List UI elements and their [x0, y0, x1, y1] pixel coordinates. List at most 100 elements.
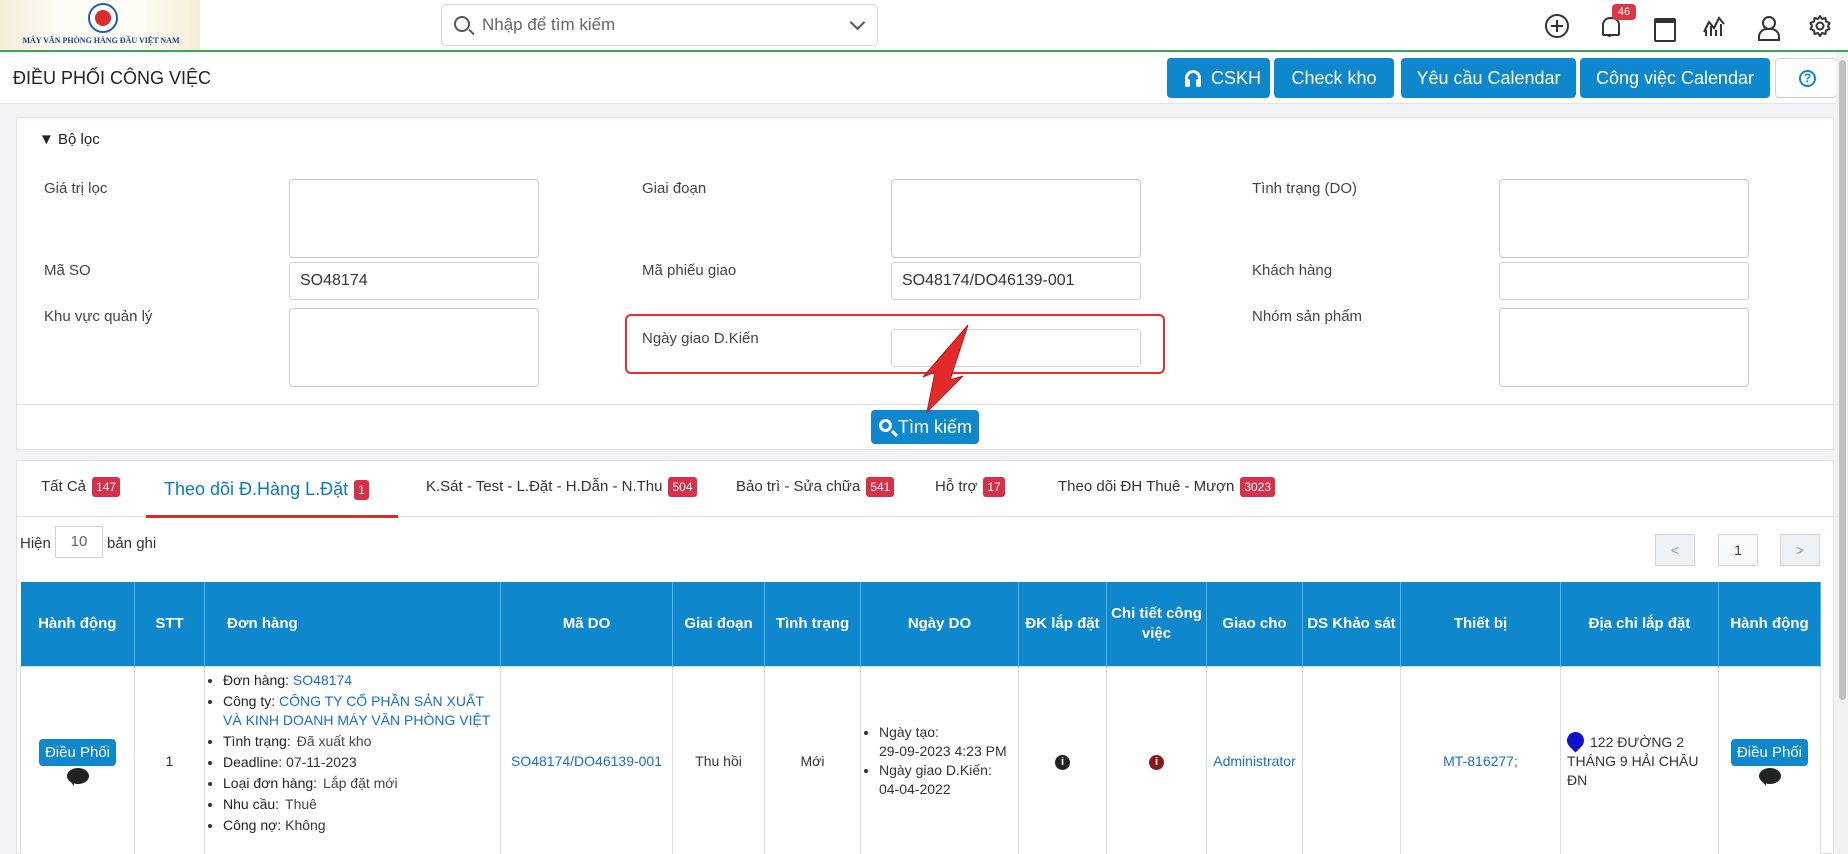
filter-label-ma-so: Mã SO	[44, 262, 91, 279]
col-header: Thiết bị	[1400, 582, 1561, 666]
col-header: Đơn hàng	[204, 582, 501, 666]
action-cell: Điều Phối	[20, 665, 135, 854]
info-icon[interactable]: i	[1149, 755, 1164, 770]
col-header: Hành động	[1718, 582, 1821, 666]
tab-ho-tro[interactable]: Hỗ trợ 17	[935, 477, 1005, 497]
giai-doan-select[interactable]	[891, 179, 1141, 258]
ma-do-link[interactable]: SO48174/DO46139-001	[511, 753, 662, 769]
ma-do-cell: SO48174/DO46139-001	[500, 665, 673, 854]
giao-cho-cell: Administrator	[1206, 665, 1303, 854]
global-search[interactable]	[441, 4, 878, 46]
col-header: Giai đoạn	[672, 582, 765, 666]
cong-viec-calendar-button[interactable]: Công việc Calendar	[1580, 58, 1770, 98]
filter-label-ma-phieu-giao: Mã phiếu giao	[642, 262, 737, 279]
col-header: Mã DO	[500, 582, 673, 666]
chi-tiet-cell: i	[1106, 665, 1207, 854]
gia-tri-loc-select[interactable]	[289, 179, 539, 258]
khach-hang-input[interactable]	[1499, 262, 1749, 300]
filter-label-nhom-san-pham: Nhóm sản phẩm	[1252, 308, 1363, 325]
gear-icon[interactable]	[1808, 14, 1832, 38]
col-header: STT	[134, 582, 205, 666]
tinh-trang-do-select[interactable]	[1499, 179, 1749, 258]
order-item: Công ty: CÔNG TY CỔ PHẦN SẢN XUẤT VÀ KIN…	[223, 692, 496, 730]
help-button[interactable]: ?	[1775, 58, 1837, 98]
stt-cell: 1	[134, 665, 205, 854]
show-label: Hiện	[20, 535, 51, 552]
question-icon: ?	[1799, 70, 1816, 87]
action-cell-2: Điều Phối	[1718, 665, 1821, 854]
calendar-icon[interactable]	[1651, 14, 1676, 42]
logo[interactable]: MÁY VĂN PHÒNG HÀNG ĐẦU VIỆT NAM	[0, 0, 200, 50]
info-icon[interactable]: i	[1055, 755, 1070, 770]
col-header: Địa chỉ lắp đặt	[1560, 582, 1719, 666]
cskh-button[interactable]: CSKH	[1167, 58, 1270, 98]
order-item: Deadline: 07-11-2023	[223, 753, 496, 772]
filter-label-khu-vuc-quan-ly: Khu vực quản lý	[44, 308, 153, 325]
assignee-link[interactable]: Administrator	[1213, 753, 1295, 769]
nhom-san-pham-select[interactable]	[1499, 308, 1749, 387]
filter-label-gia-tri-loc: Giá trị lọc	[44, 180, 108, 197]
chat-icon[interactable]	[1758, 767, 1781, 786]
tab-count-badge: 541	[866, 477, 895, 497]
tab-tat-ca[interactable]: Tất Cả 147	[41, 477, 121, 497]
tab-bao-tri[interactable]: Bảo trì - Sửa chữa 541	[736, 477, 895, 497]
cskh-label: CSKH	[1211, 68, 1262, 88]
tab-bar: Tất Cả 147 Theo dõi Đ.Hàng L.Đặt 1 K.Sát -…	[17, 461, 1833, 518]
active-tab-indicator	[146, 515, 398, 518]
col-header: Giao cho	[1206, 582, 1303, 666]
col-header: Tình trạng	[764, 582, 861, 666]
headphones-icon	[1185, 70, 1201, 87]
user-icon[interactable]	[1755, 14, 1780, 41]
pagination-prev[interactable]: <	[1655, 534, 1695, 566]
logo-emblem-icon	[88, 3, 118, 33]
yeu-cau-calendar-button[interactable]: Yêu cầu Calendar	[1401, 58, 1576, 98]
khu-vuc-quan-ly-select[interactable]	[289, 308, 539, 387]
col-header: Hành động	[20, 582, 135, 666]
annotation-arrow	[922, 324, 969, 414]
tab-theo-doi-dh-thue[interactable]: Theo dõi ĐH Thuê - Mượn 3023	[1058, 477, 1276, 497]
tab-ksat-test[interactable]: K.Sát - Test - L.Đặt - H.Dẫn - N.Thu 504	[426, 477, 697, 497]
plus-circle-icon[interactable]	[1545, 14, 1569, 38]
order-link[interactable]: SO48174	[293, 672, 352, 688]
filter-label-ngay-giao-dkien: Ngày giao D.Kiến	[642, 330, 759, 347]
chevron-down-icon[interactable]	[849, 14, 866, 31]
logo-text: MÁY VĂN PHÒNG HÀNG ĐẦU VIỆT NAM	[22, 36, 180, 45]
tab-count-badge: 1	[354, 480, 369, 501]
page-size-input[interactable]: 10	[55, 526, 103, 558]
order-item: Đơn hàng: SO48174	[223, 671, 496, 690]
order-item: Nhu cầu:Thuê	[223, 795, 496, 814]
chart-icon[interactable]	[1702, 14, 1726, 38]
tab-count-badge: 147	[92, 477, 121, 497]
search-icon	[879, 419, 892, 432]
col-header: Chi tiết công việc	[1106, 582, 1207, 666]
order-cell: Đơn hàng: SO48174 Công ty: CÔNG TY CỔ PH…	[204, 665, 501, 854]
filter-label-giai-doan: Giai đoạn	[642, 180, 707, 197]
tab-count-badge: 17	[983, 477, 1005, 497]
dieu-phoi-button[interactable]: Điều Phối	[1730, 738, 1809, 766]
search-input[interactable]	[482, 13, 822, 37]
chat-icon[interactable]	[66, 767, 89, 786]
ma-phieu-giao-input[interactable]: SO48174/DO46139-001	[891, 262, 1141, 300]
tab-count-badge: 504	[668, 477, 697, 497]
page-header: ĐIỀU PHỐI CÔNG VIỆC CSKH Check kho Yêu c…	[0, 52, 1848, 104]
records-label: bản ghi	[107, 535, 157, 552]
filter-toggle[interactable]: ▼ Bộ lọc	[39, 131, 100, 148]
device-link[interactable]: MT-816277;	[1443, 753, 1518, 769]
giai-doan-cell: Thu hồi	[672, 665, 765, 854]
tinh-trang-cell: Mới	[764, 665, 861, 854]
filter-label-tinh-trang-do: Tình trạng (DO)	[1252, 180, 1358, 197]
col-header: Ngày DO	[860, 582, 1019, 666]
dieu-phoi-button[interactable]: Điều Phối	[38, 738, 117, 766]
check-kho-button[interactable]: Check kho	[1274, 58, 1394, 98]
order-item: Công nợ: Không	[223, 816, 496, 835]
tab-theo-doi-dhang-ldat[interactable]: Theo dõi Đ.Hàng L.Đặt 1	[164, 479, 369, 501]
scrollbar-thumb[interactable]	[1839, 60, 1846, 700]
ma-so-input[interactable]: SO48174	[289, 262, 539, 300]
pagination-page[interactable]: 1	[1718, 534, 1758, 566]
page-title: ĐIỀU PHỐI CÔNG VIỆC	[13, 68, 212, 88]
table-row: Điều Phối 1 Đơn hàng: SO48174 Công ty: C…	[20, 665, 1821, 854]
order-item: Tình trạng:Đã xuất kho	[223, 732, 496, 751]
table-header-row: Hành động STT Đơn hàng Mã DO Giai đoạn T…	[20, 582, 1821, 666]
pagination-next[interactable]: >	[1780, 534, 1820, 566]
col-header: ĐK lắp đặt	[1018, 582, 1107, 666]
